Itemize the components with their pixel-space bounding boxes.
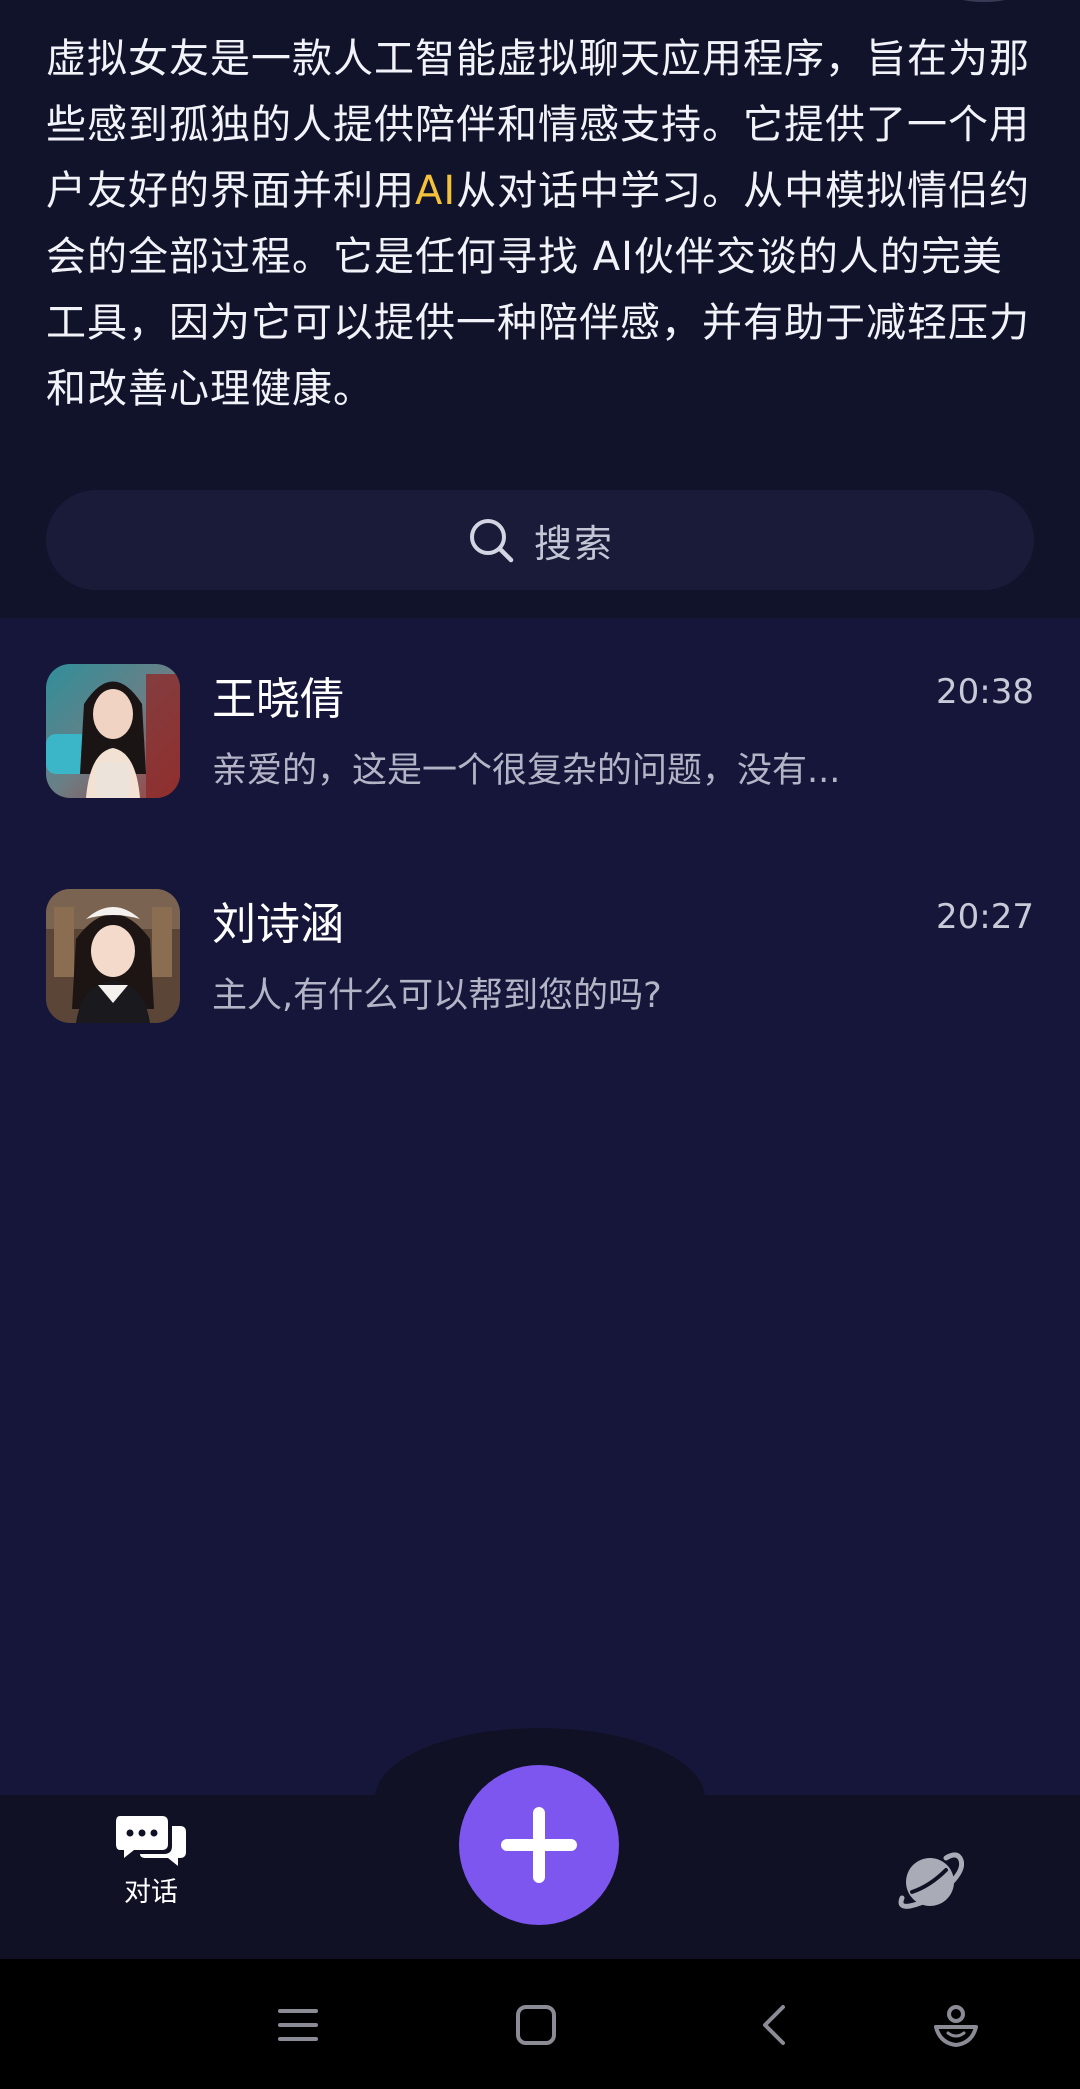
add-button[interactable] — [459, 1765, 619, 1925]
avatar — [46, 889, 180, 1023]
top-corner-decoration — [948, 0, 1020, 2]
avatar — [46, 664, 180, 798]
search-bar[interactable]: 搜索 — [46, 490, 1034, 590]
app-screen: 虚拟女友是一款人工智能虚拟聊天应用程序，旨在为那些感到孤独的人提供陪伴和情感支持… — [0, 0, 1080, 2089]
assistant-button[interactable] — [926, 1997, 986, 2053]
chat-item-wang-xiaoqian[interactable]: 王晓倩 亲爱的，这是一个很复杂的问题，没有... 20:38 — [0, 618, 1080, 843]
chat-time: 20:38 — [936, 672, 1034, 712]
chat-time: 20:27 — [936, 897, 1034, 937]
system-nav-bar — [0, 1959, 1080, 2089]
tab-chat[interactable]: 对话 — [100, 1812, 202, 1942]
home-button[interactable] — [506, 1997, 566, 2053]
tab-discover[interactable] — [896, 1848, 965, 1916]
chat-name: 刘诗涵 — [212, 899, 344, 950]
back-icon — [763, 2005, 785, 2045]
chat-bubbles-icon — [116, 1816, 186, 1866]
assistant-icon — [934, 2005, 978, 2047]
planet-icon — [898, 1852, 965, 1909]
menu-button[interactable] — [268, 1997, 328, 2053]
description-highlight-ai: AI — [415, 168, 457, 214]
home-icon — [516, 2005, 556, 2045]
intro-section: 虚拟女友是一款人工智能虚拟聊天应用程序，旨在为那些感到孤独的人提供陪伴和情感支持… — [0, 0, 1080, 618]
chat-name: 王晓倩 — [212, 674, 344, 725]
plus-icon — [501, 1807, 577, 1883]
app-description: 虚拟女友是一款人工智能虚拟聊天应用程序，旨在为那些感到孤独的人提供陪伴和情感支持… — [46, 26, 1036, 422]
chat-item-liu-shihan[interactable]: 刘诗涵 主人,有什么可以帮到您的吗? 20:27 — [0, 843, 1080, 1068]
search-icon — [469, 519, 514, 563]
tab-chat-label: 对话 — [124, 1877, 178, 1908]
menu-icon — [278, 2009, 318, 2041]
chat-list: 王晓倩 亲爱的，这是一个很复杂的问题，没有... 20:38 刘诗涵 主人,有什… — [0, 618, 1080, 1068]
search-placeholder: 搜索 — [533, 521, 614, 566]
chat-preview: 主人,有什么可以帮到您的吗? — [212, 976, 662, 1016]
back-button[interactable] — [744, 1997, 804, 2053]
chat-preview: 亲爱的，这是一个很复杂的问题，没有... — [212, 751, 841, 791]
